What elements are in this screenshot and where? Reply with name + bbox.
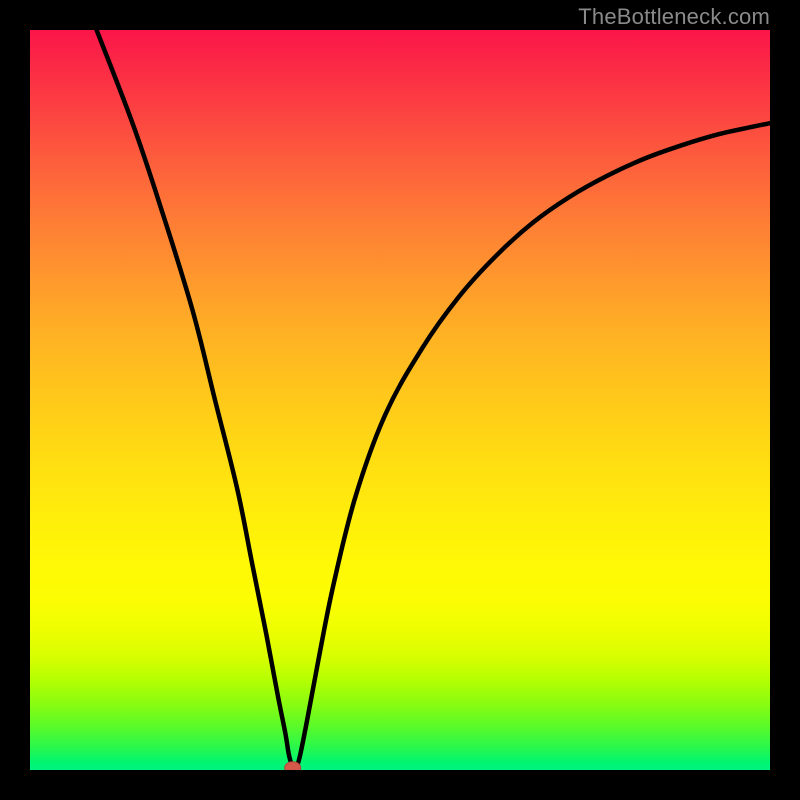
chart-svg [30, 30, 770, 770]
chart-plot-area [30, 30, 770, 770]
watermark-text: TheBottleneck.com [578, 4, 770, 30]
bottleneck-curve [97, 30, 770, 768]
min-point-marker [285, 762, 301, 770]
chart-outer-frame: TheBottleneck.com [0, 0, 800, 800]
